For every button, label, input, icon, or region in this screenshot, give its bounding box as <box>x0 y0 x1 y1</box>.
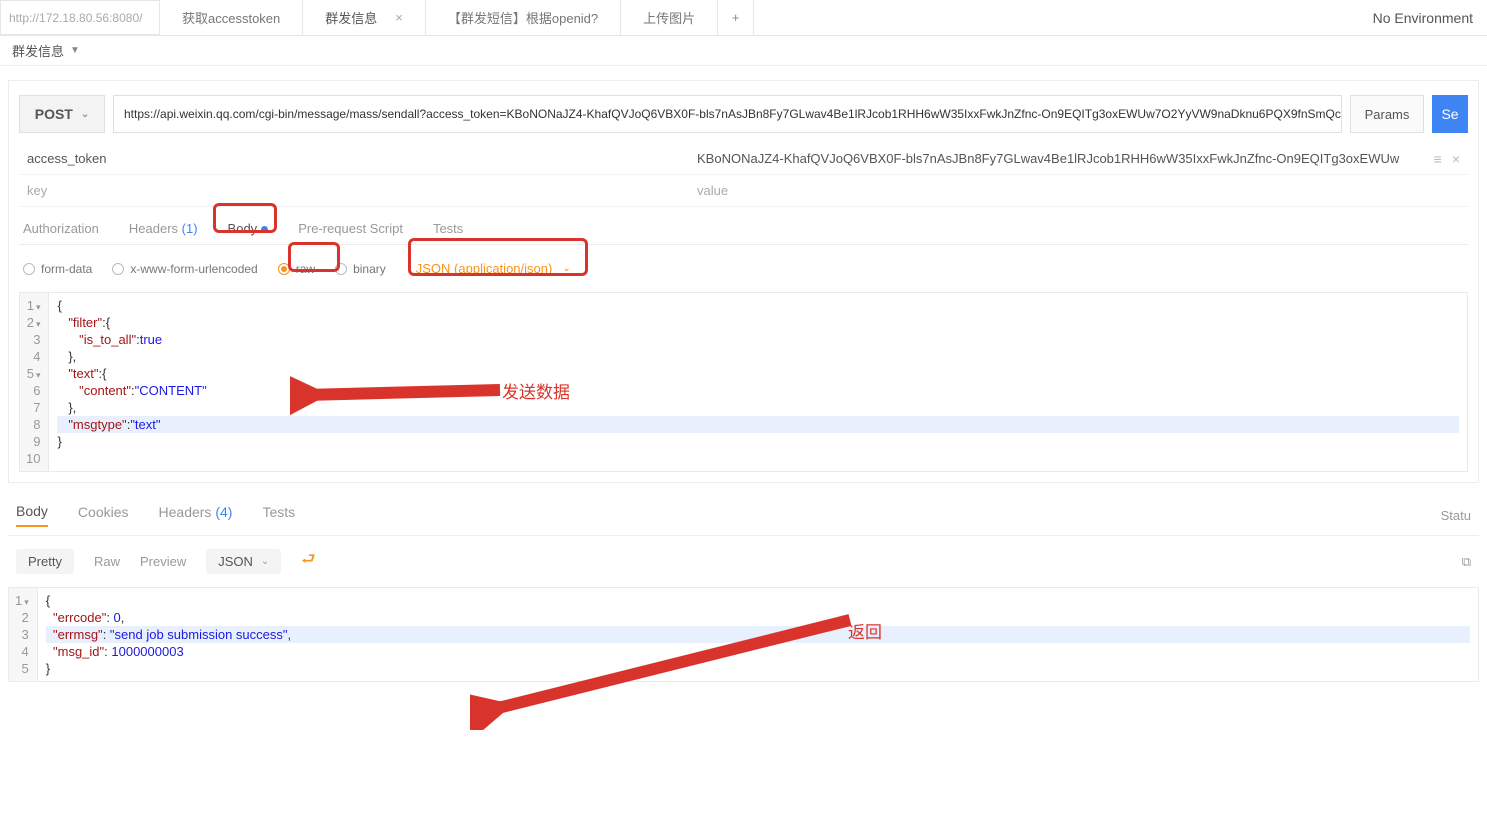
code-body: { "errcode": 0, "errmsg": "send job subm… <box>38 588 1478 681</box>
tab-tests[interactable]: Tests <box>433 221 463 236</box>
code-body[interactable]: { "filter":{ "is_to_all":true }, "text":… <box>49 293 1467 471</box>
dot-indicator-icon <box>261 226 268 233</box>
body-type-row: form-data x-www-form-urlencoded raw bina… <box>19 245 1468 292</box>
url-input[interactable]: https://api.weixin.qq.com/cgi-bin/messag… <box>113 95 1342 133</box>
send-button[interactable]: Se <box>1432 95 1468 133</box>
radio-urlencoded[interactable]: x-www-form-urlencoded <box>112 262 257 276</box>
http-method-selector[interactable]: POST⌄ <box>19 95 105 133</box>
param-value[interactable]: KBoNONaJZ4-KhafQVJoQ6VBX0F-bls7nAsJBn8Fy… <box>697 151 1434 166</box>
tab-headers[interactable]: Headers (1) <box>129 221 198 236</box>
radio-form-data[interactable]: form-data <box>23 262 92 276</box>
environment-selector[interactable]: No Environment <box>1359 0 1487 35</box>
response-toolbar: Pretty Raw Preview JSON⌄ ⮐ ⧉ <box>8 536 1479 587</box>
param-key[interactable]: access_token <box>27 151 697 166</box>
tab-0[interactable]: 获取accesstoken <box>160 0 303 35</box>
view-pretty[interactable]: Pretty <box>16 549 74 574</box>
close-icon[interactable]: × <box>395 10 403 25</box>
param-row[interactable]: access_token KBoNONaJZ4-KhafQVJoQ6VBX0F-… <box>19 143 1468 175</box>
resp-tab-body[interactable]: Body <box>16 503 48 527</box>
view-preview[interactable]: Preview <box>140 554 186 569</box>
response-panel: Body Cookies Headers (4) Tests Statu Pre… <box>8 503 1479 682</box>
tab-3[interactable]: 上传图片 <box>621 0 718 35</box>
annotation-send-data: 发送数据 <box>502 378 570 403</box>
content-type-selector[interactable]: JSON (application/json)⌄ <box>406 257 581 280</box>
wrap-lines-icon[interactable]: ⮐ <box>301 548 315 575</box>
request-section-tabs: Authorization Headers (1) Body Pre-reque… <box>19 221 1468 245</box>
add-tab-button[interactable]: + <box>718 0 754 35</box>
address-box[interactable]: http://172.18.80.56:8080/ <box>0 0 160 35</box>
response-format-selector[interactable]: JSON⌄ <box>206 549 281 574</box>
chevron-down-icon: ▼ <box>70 45 80 56</box>
params-button[interactable]: Params <box>1350 95 1424 133</box>
chevron-down-icon: ⌄ <box>261 556 269 567</box>
line-gutter: 1▾2▾345▾678910 <box>20 293 49 471</box>
annotation-response: 返回 <box>848 618 882 643</box>
tab-prerequest[interactable]: Pre-request Script <box>298 221 403 236</box>
radio-raw[interactable]: raw <box>278 262 315 276</box>
delete-icon[interactable]: × <box>1452 151 1460 167</box>
copy-icon[interactable]: ⧉ <box>1462 554 1471 570</box>
radio-binary[interactable]: binary <box>335 262 386 276</box>
tab-1[interactable]: 群发信息× <box>303 0 426 35</box>
param-row-empty[interactable]: key value <box>19 175 1468 207</box>
line-gutter: 1▾2345 <box>9 588 38 681</box>
request-panel: POST⌄ https://api.weixin.qq.com/cgi-bin/… <box>8 80 1479 483</box>
tab-authorization[interactable]: Authorization <box>23 221 99 236</box>
chevron-down-icon: ⌄ <box>562 263 570 274</box>
status-label: Statu <box>1441 508 1471 523</box>
view-raw[interactable]: Raw <box>94 554 120 569</box>
resp-tab-headers[interactable]: Headers (4) <box>159 504 233 526</box>
response-body-editor[interactable]: 1▾2345 { "errcode": 0, "errmsg": "send j… <box>8 587 1479 682</box>
request-body-editor[interactable]: 1▾2▾345▾678910 { "filter":{ "is_to_all":… <box>19 292 1468 472</box>
breadcrumb[interactable]: 群发信息▼ <box>0 36 1487 66</box>
params-table: access_token KBoNONaJZ4-KhafQVJoQ6VBX0F-… <box>19 143 1468 207</box>
chevron-down-icon: ⌄ <box>81 109 89 120</box>
menu-icon[interactable]: ≡ <box>1434 151 1442 167</box>
resp-tab-tests[interactable]: Tests <box>262 504 295 526</box>
tab-2[interactable]: 【群发短信】根据openid? <box>426 0 621 35</box>
resp-tab-cookies[interactable]: Cookies <box>78 504 129 526</box>
top-tab-bar: http://172.18.80.56:8080/ 获取accesstoken … <box>0 0 1487 36</box>
response-tabs: Body Cookies Headers (4) Tests Statu <box>8 503 1479 536</box>
tab-body[interactable]: Body <box>228 221 269 236</box>
